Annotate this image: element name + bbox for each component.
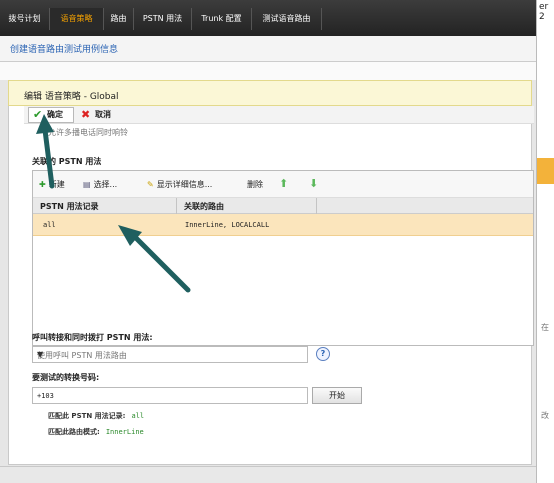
annotation-arrows <box>36 114 191 293</box>
annotation-arrow-ok <box>36 114 55 189</box>
annotation-arrow-row <box>118 225 191 293</box>
